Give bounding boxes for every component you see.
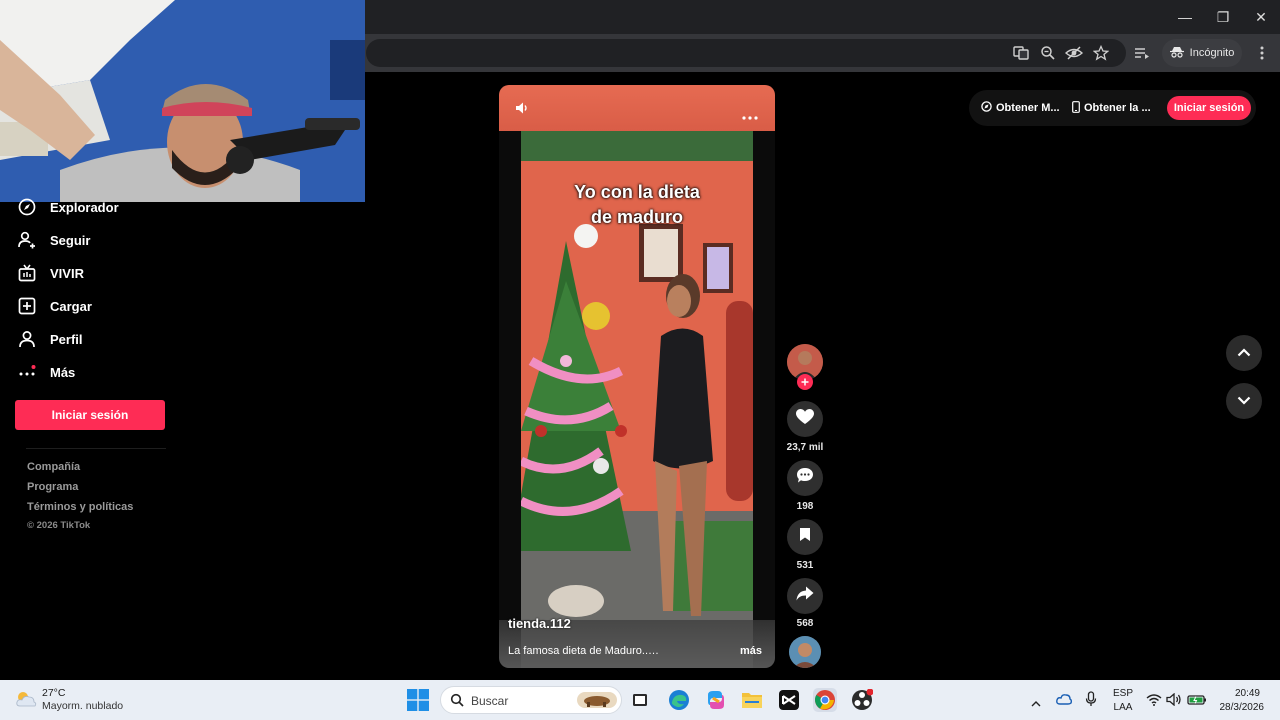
- like-count: 23,7 mil: [786, 442, 824, 453]
- video-caption-overlay: Yo con la dieta de maduro: [574, 182, 700, 227]
- browser-menu-icon[interactable]: [1252, 43, 1272, 63]
- next-video-button[interactable]: [1226, 383, 1262, 419]
- save-count: 531: [796, 560, 814, 571]
- cloud-sync-icon[interactable]: [1056, 692, 1073, 711]
- incognito-icon: [1169, 46, 1184, 61]
- sidebar-item-live[interactable]: VIVIR: [18, 261, 84, 285]
- eye-off-icon[interactable]: [1064, 43, 1084, 63]
- video-header: [499, 85, 775, 131]
- language-indicator-top[interactable]: ESP: [1108, 688, 1138, 699]
- task-view-icon[interactable]: [628, 688, 652, 712]
- sidebar-item-explorer[interactable]: Explorador: [18, 195, 119, 219]
- sound-avatar[interactable]: [789, 636, 821, 668]
- incognito-badge[interactable]: Incógnito: [1162, 39, 1242, 67]
- edge-browser-icon[interactable]: [667, 688, 691, 712]
- sidebar-item-profile[interactable]: Perfil: [18, 327, 83, 351]
- clock-time[interactable]: 20:49: [1220, 688, 1260, 699]
- wifi-icon[interactable]: [1146, 693, 1162, 711]
- close-window-button[interactable]: ✕: [1242, 0, 1280, 34]
- bookmark-star-icon[interactable]: [1091, 43, 1111, 63]
- search-highlight-icon: [577, 690, 617, 715]
- video-username[interactable]: tienda.112: [508, 616, 571, 631]
- live-tv-icon: [18, 264, 36, 282]
- more-dots-icon: [18, 363, 36, 381]
- heart-icon: [796, 408, 814, 430]
- microphone-icon[interactable]: [1085, 691, 1097, 712]
- video-player[interactable]: Yo con la dieta de maduro tienda.112 La …: [499, 85, 775, 668]
- pill-label: Obtener la ...: [1084, 102, 1151, 114]
- get-mobile-app-pill[interactable]: Obtener la ...: [1072, 98, 1151, 118]
- comment-count: 198: [796, 501, 814, 512]
- description-more-link[interactable]: más: [740, 645, 762, 657]
- top-actions-bar: Obtener M... Obtener la ... Iniciar sesi…: [969, 90, 1256, 126]
- coin-icon: [981, 101, 992, 115]
- sidebar-item-more[interactable]: Más: [18, 360, 75, 384]
- bookmark-icon: [799, 527, 811, 547]
- person-icon: [18, 330, 36, 348]
- sidebar-item-upload[interactable]: Cargar: [18, 294, 92, 318]
- incognito-label: Incógnito: [1189, 47, 1235, 59]
- share-button[interactable]: [787, 578, 823, 614]
- sidebar-divider: [26, 448, 166, 449]
- previous-video-button[interactable]: [1226, 335, 1262, 371]
- search-icon: [450, 693, 464, 712]
- video-info-bar: tienda.112 La famosa dieta de Maduro..… …: [499, 616, 775, 668]
- obs-recorder-icon[interactable]: [850, 688, 874, 712]
- minimize-button[interactable]: —: [1166, 0, 1204, 34]
- weather-description[interactable]: Mayorm. nublado: [42, 700, 123, 712]
- restore-button[interactable]: ❐: [1204, 0, 1242, 34]
- pill-label: Obtener M...: [996, 102, 1060, 114]
- taskbar-search-box[interactable]: Buscar: [440, 686, 622, 714]
- chrome-browser-icon[interactable]: [813, 688, 837, 712]
- share-arrow-icon: [796, 586, 814, 606]
- share-count: 568: [796, 618, 814, 629]
- save-button[interactable]: [787, 519, 823, 555]
- sidebar-item-label: Explorador: [50, 199, 119, 215]
- clock-date[interactable]: 28/3/2026: [1210, 702, 1265, 713]
- footer-link-company[interactable]: Compañía: [27, 461, 80, 473]
- media-queue-icon[interactable]: [1132, 43, 1152, 63]
- sidebar-item-following[interactable]: Seguir: [18, 228, 90, 252]
- windows-start-icon[interactable]: [407, 689, 429, 716]
- sidebar-item-label: Más: [50, 364, 76, 380]
- plus-square-icon: [18, 297, 36, 315]
- copyright-text: © 2026 TikTok: [27, 520, 91, 531]
- sidebar-login-button[interactable]: Iniciar sesión: [15, 400, 165, 430]
- battery-icon[interactable]: [1187, 693, 1207, 711]
- footer-link-program[interactable]: Programa: [27, 481, 78, 493]
- comment-button[interactable]: [787, 460, 823, 496]
- sidebar-item-label: VIVIR: [50, 265, 84, 281]
- speaker-icon[interactable]: [1166, 692, 1182, 711]
- sidebar-item-label: Perfil: [50, 331, 83, 347]
- chevron-down-icon: [1237, 392, 1251, 410]
- top-login-button[interactable]: Iniciar sesión: [1167, 96, 1251, 120]
- volume-icon[interactable]: [515, 101, 529, 120]
- phone-icon: [1072, 100, 1080, 116]
- language-indicator-bottom[interactable]: LAA: [1108, 702, 1138, 713]
- like-button[interactable]: [787, 401, 823, 437]
- compass-icon: [18, 198, 36, 216]
- copilot-icon[interactable]: [704, 688, 728, 712]
- translate-icon[interactable]: [1011, 43, 1031, 63]
- weather-cloud-icon[interactable]: [14, 689, 38, 714]
- get-app-pill[interactable]: Obtener M...: [981, 98, 1060, 118]
- footer-link-terms[interactable]: Términos y políticas: [27, 501, 133, 513]
- sidebar-item-label: Cargar: [50, 298, 92, 314]
- search-placeholder: Buscar: [471, 694, 509, 708]
- webcam-overlay: [0, 0, 365, 202]
- more-options-icon[interactable]: [742, 107, 758, 125]
- person-plus-icon: [18, 231, 36, 249]
- comment-icon: [796, 467, 814, 489]
- windows-taskbar: 27°C Mayorm. nublado Buscar ESP LAA 20:4…: [0, 680, 1280, 720]
- follow-plus-button[interactable]: [797, 374, 813, 390]
- sidebar-item-label: Seguir: [50, 232, 91, 248]
- chevron-up-icon[interactable]: [1031, 694, 1041, 712]
- chevron-up-icon: [1237, 344, 1251, 362]
- zoom-icon[interactable]: [1038, 43, 1058, 63]
- weather-temperature[interactable]: 27°C: [42, 687, 65, 699]
- capcut-icon[interactable]: [777, 688, 801, 712]
- video-description: La famosa dieta de Maduro..…: [508, 645, 660, 657]
- file-explorer-icon[interactable]: [740, 688, 764, 712]
